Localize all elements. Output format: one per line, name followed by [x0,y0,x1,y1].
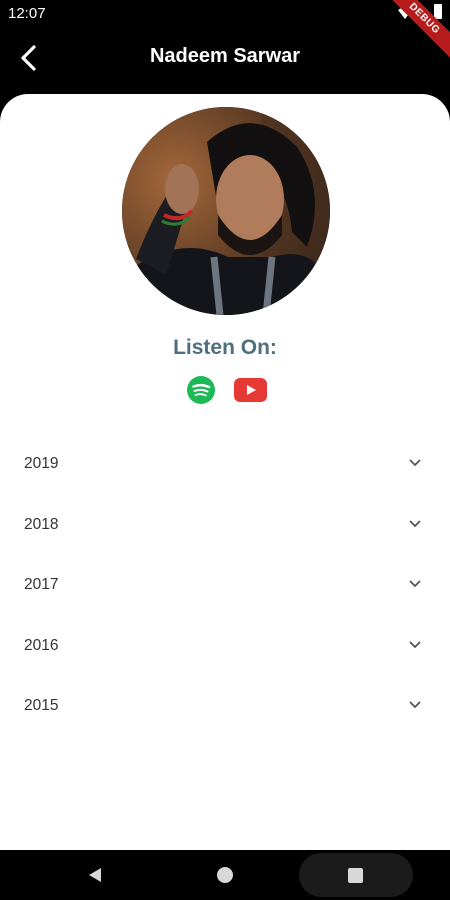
avatar [122,107,330,315]
year-label: 2019 [24,455,59,472]
back-triangle-icon[interactable] [86,866,104,884]
year-row-2018[interactable]: 2018 [0,497,450,558]
avatar-photo [122,107,330,315]
chevron-down-icon [409,640,421,648]
status-time: 12:07 [8,5,46,22]
year-row-2016[interactable]: 2016 [0,618,450,679]
system-nav-bar [0,850,450,900]
home-circle-icon[interactable] [217,867,233,883]
app-bar: Nadeem Sarwar [0,26,450,90]
chevron-down-icon [409,459,421,467]
content-card: Listen On: 2019 2018 2017 2016 2015 [0,94,450,850]
year-row-2017[interactable]: 2017 [0,557,450,618]
chevron-down-icon [409,519,421,527]
year-label: 2016 [24,636,59,654]
chevron-down-icon [409,701,421,709]
youtube-icon[interactable] [234,378,267,402]
page-title: Nadeem Sarwar [149,45,301,67]
year-label: 2015 [24,697,59,714]
year-label: 2017 [24,576,59,593]
year-list: 2019 2018 2017 2016 2015 [0,436,450,739]
year-label: 2018 [24,515,59,533]
status-bar: 12:07 DEBUG [0,0,450,68]
year-row-2019[interactable]: 2019 [0,436,450,497]
spotify-icon[interactable] [186,375,216,405]
year-row-2015[interactable]: 2015 [0,678,450,739]
recents-square-icon[interactable] [348,868,363,883]
chevron-down-icon [409,580,421,588]
listen-on-label: Listen On: [173,336,277,359]
